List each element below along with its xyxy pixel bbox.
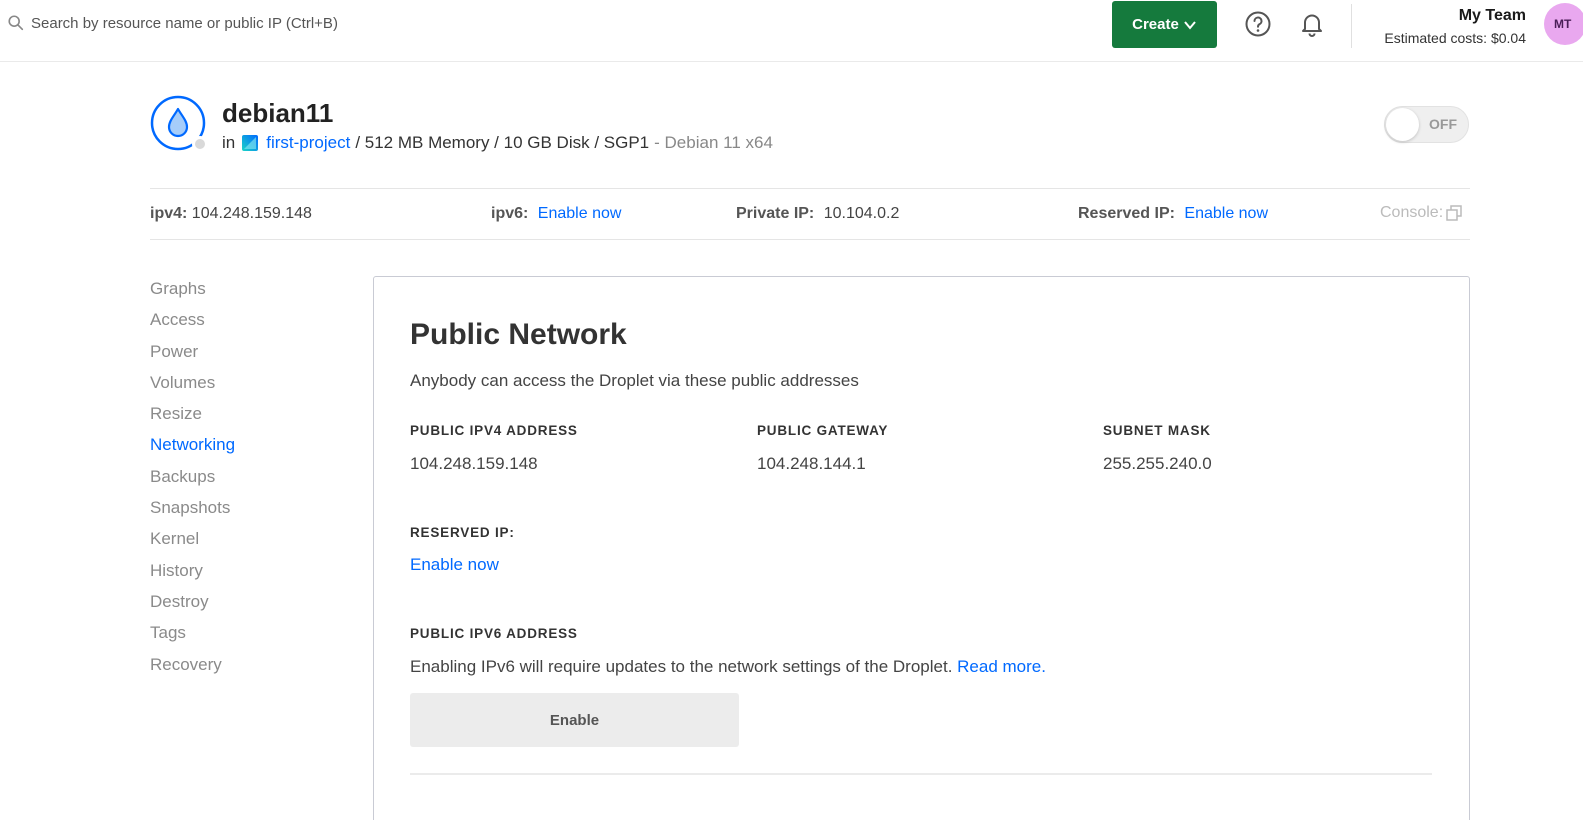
console-label: Console:	[1380, 204, 1444, 221]
sidebar-item-networking[interactable]: Networking	[150, 434, 350, 465]
sidebar-item-history[interactable]: History	[150, 560, 350, 591]
sidebar-item-destroy[interactable]: Destroy	[150, 591, 350, 622]
external-window-icon	[1446, 205, 1462, 221]
power-state-label: OFF	[1429, 116, 1457, 132]
sidebar-item-power[interactable]: Power	[150, 341, 350, 372]
droplet-os: - Debian 11 x64	[654, 133, 773, 152]
ip-info-bar: ipv4: 104.248.159.148 ipv6: Enable now P…	[150, 188, 1470, 240]
public-ipv4-value[interactable]: 104.248.159.148	[410, 454, 538, 474]
public-network-panel: Public Network Anybody can access the Dr…	[373, 276, 1470, 820]
subnet-mask-label: SUBNET MASK	[1103, 423, 1211, 438]
sidebar-item-backups[interactable]: Backups	[150, 466, 350, 497]
ipv6-label: ipv6:	[491, 205, 529, 222]
droplet-meta: in first-project / 512 MB Memory / 10 GB…	[222, 133, 773, 153]
sidebar-item-recovery[interactable]: Recovery	[150, 654, 350, 685]
ipv6-info: ipv6: Enable now	[491, 205, 621, 223]
reserved-ip-label: Reserved IP:	[1078, 205, 1175, 222]
create-button-label: Create	[1132, 16, 1179, 33]
in-label: in	[222, 133, 236, 152]
search-icon	[8, 15, 24, 31]
search-input[interactable]	[31, 10, 631, 36]
public-gateway-value[interactable]: 104.248.144.1	[757, 454, 866, 474]
estimated-costs: Estimated costs: $0.04	[1384, 30, 1526, 46]
avatar[interactable]: MT	[1544, 3, 1583, 45]
ipv6-enable-link[interactable]: Enable now	[538, 205, 622, 222]
ipv6-description-text: Enabling IPv6 will require updates to th…	[410, 657, 953, 676]
ipv6-description: Enabling IPv6 will require updates to th…	[410, 657, 1046, 677]
ipv4-label: ipv4:	[150, 205, 188, 222]
sidebar-item-kernel[interactable]: Kernel	[150, 528, 350, 559]
panel-divider	[410, 773, 1432, 775]
droplet-sidebar: Graphs Access Power Volumes Resize Netwo…	[150, 278, 350, 685]
public-ipv6-label: PUBLIC IPV6 ADDRESS	[410, 626, 578, 641]
sidebar-item-resize[interactable]: Resize	[150, 403, 350, 434]
private-ip-info: Private IP: 10.104.0.2	[736, 205, 899, 223]
reserved-ip-enable-link[interactable]: Enable now	[1184, 205, 1268, 222]
private-ip-label: Private IP:	[736, 205, 815, 222]
sidebar-item-tags[interactable]: Tags	[150, 622, 350, 653]
chevron-down-icon	[1184, 20, 1196, 30]
public-ipv4-label: PUBLIC IPV4 ADDRESS	[410, 423, 578, 438]
team-name[interactable]: My Team	[1459, 7, 1526, 25]
help-icon[interactable]	[1244, 10, 1272, 38]
sidebar-item-volumes[interactable]: Volumes	[150, 372, 350, 403]
panel-description: Anybody can access the Droplet via these…	[410, 371, 859, 390]
public-gateway-label: PUBLIC GATEWAY	[757, 423, 889, 438]
ipv4-value[interactable]: 104.248.159.148	[192, 205, 312, 222]
header-divider	[1351, 4, 1352, 48]
sidebar-item-snapshots[interactable]: Snapshots	[150, 497, 350, 528]
create-button[interactable]: Create	[1112, 1, 1217, 48]
sidebar-item-access[interactable]: Access	[150, 309, 350, 340]
project-icon	[242, 135, 259, 151]
project-link[interactable]: first-project	[266, 133, 350, 153]
reserved-ip-info: Reserved IP: Enable now	[1078, 205, 1268, 223]
reserved-ip-section-label: RESERVED IP:	[410, 525, 515, 540]
read-more-link[interactable]: Read more.	[957, 657, 1046, 676]
sidebar-item-graphs[interactable]: Graphs	[150, 278, 350, 309]
console-link[interactable]: Console:	[1380, 204, 1463, 222]
top-bar: Create My Team Estimated costs: $0.04 MT	[0, 0, 1583, 62]
ipv4-info: ipv4: 104.248.159.148	[150, 205, 312, 223]
enable-ipv6-button[interactable]: Enable	[410, 693, 739, 747]
droplet-name: debian11	[222, 98, 334, 128]
status-indicator	[192, 136, 208, 152]
droplet-specs: / 512 MB Memory / 10 GB Disk / SGP1	[355, 133, 650, 152]
bell-icon[interactable]	[1298, 10, 1326, 38]
subnet-mask-value[interactable]: 255.255.240.0	[1103, 454, 1212, 474]
toggle-knob	[1386, 108, 1419, 141]
panel-title: Public Network	[410, 318, 627, 351]
power-toggle[interactable]: OFF	[1384, 106, 1469, 143]
reserved-ip-enable-now-link[interactable]: Enable now	[410, 555, 499, 575]
private-ip-value[interactable]: 10.104.0.2	[824, 205, 900, 222]
